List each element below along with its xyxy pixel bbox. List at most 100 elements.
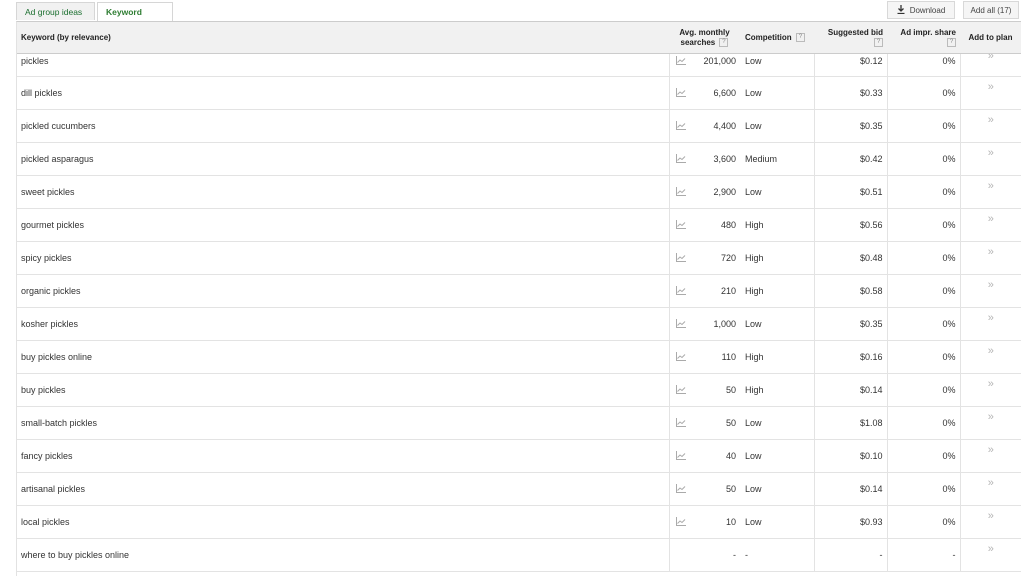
line-chart-icon[interactable] [675,56,686,65]
suggested-bid-cell: $0.56 [814,208,888,242]
keyword-cell[interactable]: pickled asparagus [17,142,669,176]
line-chart-icon[interactable] [675,450,686,460]
add-to-plan-icon[interactable]: » [988,510,994,522]
tab-keyword-ideas[interactable]: Keyword ideas [97,2,173,35]
keyword-cell[interactable]: where to buy pickles online [17,538,669,572]
line-chart-icon[interactable] [675,252,686,262]
competition-cell: Low [740,109,815,143]
line-chart-icon[interactable] [675,285,686,295]
line-chart-icon[interactable] [675,153,686,163]
line-chart-icon[interactable] [675,417,686,427]
keyword-cell[interactable]: buy pickles [17,373,669,407]
table-row: where to buy pickles online - - - - » [17,538,1021,572]
table-row: small-batch pickles 50 Low $1.08 0% » [17,406,1021,440]
add-to-plan-icon[interactable]: » [988,411,994,423]
suggested-bid-cell: $1.08 [814,406,888,440]
suggested-bid-cell: $0.14 [814,472,888,506]
ad-impr-share-cell: 0% [887,373,961,407]
competition-cell: - [740,538,815,572]
line-chart-icon[interactable] [675,186,686,196]
add-to-plan-icon[interactable]: » [988,180,994,192]
add-to-plan-icon[interactable]: » [988,444,994,456]
add-to-plan-cell: » [960,439,1021,473]
trend-cell [668,241,689,275]
header-competition[interactable]: Competition ? [740,22,814,54]
add-to-plan-cell: » [960,340,1021,374]
keyword-cell[interactable]: dill pickles [17,76,669,110]
keyword-cell[interactable]: small-batch pickles [17,406,669,440]
help-icon[interactable]: ? [874,37,883,47]
add-to-plan-icon[interactable]: » [988,477,994,489]
line-chart-icon[interactable] [675,351,686,361]
keyword-cell[interactable]: kosher pickles [17,307,669,341]
header-avg-monthly-searches[interactable]: Avg. monthly searches ? [669,22,740,54]
keyword-cell[interactable]: spicy pickles [17,241,669,275]
table-row: fancy pickles 40 Low $0.10 0% » [17,439,1021,473]
competition-cell: High [740,274,815,308]
keyword-cell[interactable]: gourmet pickles [17,208,669,242]
add-to-plan-icon[interactable]: » [988,54,994,63]
keyword-cell[interactable]: pickles [17,53,669,77]
help-icon[interactable]: ? [795,32,805,42]
table-row: pickled cucumbers 4,400 Low $0.35 0% » [17,109,1021,143]
ad-impr-share-cell: 0% [887,505,961,539]
line-chart-icon[interactable] [675,87,686,97]
competition-cell: High [740,241,815,275]
add-to-plan-cell: » [960,373,1021,407]
trend-cell [668,53,689,77]
add-to-plan-icon[interactable]: » [988,81,994,93]
line-chart-icon[interactable] [675,384,686,394]
tab-ad-group-ideas[interactable]: Ad group ideas [16,2,95,20]
line-chart-icon[interactable] [675,219,686,229]
suggested-bid-cell: $0.35 [814,307,888,341]
add-to-plan-cell: » [960,208,1021,242]
add-to-plan-icon[interactable]: » [988,246,994,258]
add-to-plan-icon[interactable]: » [988,378,994,390]
help-icon[interactable]: ? [947,37,956,47]
keyword-cell[interactable]: organic pickles [17,274,669,308]
table-row: organic pickles 210 High $0.58 0% » [17,274,1021,308]
suggested-bid-cell: - [814,538,888,572]
trend-cell [668,340,689,374]
keyword-cell[interactable]: sweet pickles [17,175,669,209]
line-chart-icon[interactable] [675,483,686,493]
add-to-plan-cell: » [960,76,1021,110]
keyword-cell[interactable]: pickled cucumbers [17,109,669,143]
keyword-cell[interactable]: buy pickles online [17,340,669,374]
keyword-ideas-table-container: Keyword (by relevance) Avg. monthly sear… [16,21,1021,576]
trend-cell [668,472,689,506]
keyword-cell[interactable]: local pickles [17,505,669,539]
line-chart-icon[interactable] [675,516,686,526]
add-to-plan-icon[interactable]: » [988,279,994,291]
add-to-plan-icon[interactable]: » [988,543,994,555]
table-row: sweet pickles 2,900 Low $0.51 0% » [17,175,1021,209]
header-searches-line2: searches [680,37,716,47]
competition-cell: High [740,208,815,242]
trend-cell [668,373,689,407]
line-chart-icon[interactable] [675,318,686,328]
add-to-plan-icon[interactable]: » [988,213,994,225]
add-all-button[interactable]: Add all (17) [963,1,1019,19]
add-to-plan-icon[interactable]: » [988,114,994,126]
add-to-plan-icon[interactable]: » [988,312,994,324]
keyword-cell[interactable]: fancy pickles [17,439,669,473]
trend-cell [668,76,689,110]
header-keyword[interactable]: Keyword (by relevance) [17,22,669,54]
add-to-plan-icon[interactable]: » [988,147,994,159]
line-chart-icon[interactable] [675,120,686,130]
help-icon[interactable]: ? [719,37,729,47]
table-row: local pickles 10 Low $0.93 0% » [17,505,1021,539]
keyword-cell[interactable]: artisanal pickles [17,472,669,506]
header-suggested-bid[interactable]: Suggested bid ? [814,22,887,54]
table-row: buy pickles online 110 High $0.16 0% » [17,340,1021,374]
add-to-plan-icon[interactable]: » [988,345,994,357]
avg-monthly-searches-cell: 1,000 [689,307,740,341]
add-to-plan-cell: » [960,109,1021,143]
header-ad-impr-share[interactable]: Ad impr. share ? [887,22,960,54]
trend-cell [668,505,689,539]
competition-cell: High [740,373,815,407]
download-button[interactable]: Download [887,1,955,19]
avg-monthly-searches-cell: 480 [689,208,740,242]
avg-monthly-searches-cell: 720 [689,241,740,275]
competition-cell: Medium [740,142,815,176]
